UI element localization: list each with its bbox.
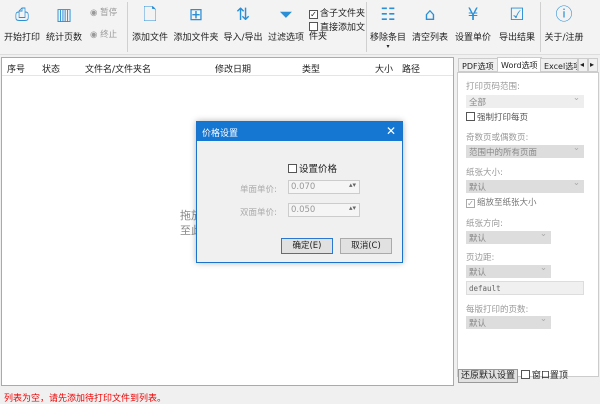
double-price-label: 双面单价:	[240, 208, 277, 218]
window-on-top-checkbox[interactable]: 窗口置顶	[520, 370, 568, 381]
separator	[540, 2, 541, 52]
status-bar: 列表为空，请先添加待打印文件到列表。	[4, 394, 167, 404]
printer-icon: ⎙	[15, 5, 29, 25]
yen-edit-icon: ¥	[467, 5, 479, 25]
add-folder-button[interactable]: ⊞ 添加文件夹	[172, 2, 220, 43]
add-file-button[interactable]: 🗋 添加文件	[130, 2, 170, 43]
options-panel: PDF选项 Word选项 Excel选项 ◂ ▸ 打印页码范围: 全部 强制打印…	[456, 57, 600, 387]
import-export-icon: ⇅	[235, 5, 251, 25]
add-folder-icon: ⊞	[188, 5, 204, 25]
ok-button[interactable]: 确定(E)	[281, 238, 333, 254]
tab-scroll-right[interactable]: ▸	[588, 58, 598, 72]
panel-footer: 还原默认设置 窗口置顶	[458, 368, 568, 383]
include-subfolders-checkbox[interactable]: ✓ 含子文件夹	[309, 6, 365, 19]
filter-icon: ⏷	[279, 5, 293, 25]
spinner-arrows-icon[interactable]: ▴▾	[349, 181, 356, 189]
remove-list-icon: ☷	[380, 5, 396, 25]
single-price-label: 单面单价:	[240, 185, 277, 195]
column-header[interactable]: 类型	[302, 62, 320, 75]
orientation-select[interactable]: 默认	[466, 229, 551, 244]
column-header[interactable]: 修改日期	[215, 62, 251, 75]
bar-chart-icon: ▥	[55, 5, 73, 25]
close-icon[interactable]: ✕	[386, 124, 396, 138]
info-icon: ⓘ	[555, 5, 573, 25]
restore-defaults-button[interactable]: 还原默认设置	[458, 369, 519, 383]
column-header[interactable]: 大小	[375, 62, 393, 75]
separator	[366, 2, 367, 52]
checkbox-checked: ✓	[466, 199, 475, 208]
column-header[interactable]: 序号	[7, 62, 25, 75]
filter-button[interactable]: ⏷ 过滤选项	[266, 2, 306, 43]
word-options: 打印页码范围: 全部 强制打印每页 奇数页或偶数页: 范围中的所有页面 纸张大小…	[457, 72, 599, 377]
dialog-titlebar: 价格设置 ✕	[197, 122, 402, 141]
column-header[interactable]: 状态	[42, 62, 60, 75]
checkbox	[309, 22, 318, 31]
column-header[interactable]: 路径	[402, 62, 420, 75]
odd-even-label: 奇数页或偶数页:	[466, 133, 529, 143]
double-price-spinner[interactable]: 0.050 ▴▾	[288, 203, 360, 217]
export-results-icon: ☑	[509, 5, 525, 25]
separator	[127, 2, 128, 52]
pages-per-sheet-select[interactable]: 默认	[466, 314, 551, 329]
margin-select[interactable]: 默认	[466, 263, 551, 278]
cancel-button[interactable]: 取消(C)	[340, 238, 392, 254]
margin-label: 页边距:	[466, 253, 495, 263]
broom-icon: ⌂	[424, 5, 436, 25]
tab-excel[interactable]: Excel选项	[540, 58, 578, 72]
count-pages-button[interactable]: ▥ 统计页数	[43, 2, 85, 43]
checkbox	[520, 370, 530, 379]
print-range-select[interactable]: 全部	[466, 93, 584, 108]
list-header: 序号 状态 文件名/文件夹名 修改日期 类型 大小 路径	[2, 58, 453, 76]
margin-input[interactable]: default	[466, 281, 584, 295]
checkbox-checked: ✓	[309, 10, 318, 19]
price-settings-dialog: 价格设置 ✕ 设置价格 单面单价: 0.070 ▴▾ 双面单价: 0.050 ▴▾ 确…	[196, 121, 403, 263]
checkbox	[288, 164, 297, 173]
set-price-button[interactable]: ¥ 设置单价	[452, 2, 494, 43]
spinner-arrows-icon[interactable]: ▴▾	[349, 204, 356, 212]
odd-even-select[interactable]: 范围中的所有页面	[466, 143, 584, 158]
print-range-label: 打印页码范围:	[466, 82, 520, 92]
tab-word[interactable]: Word选项	[497, 57, 542, 71]
direct-add-folder-checkbox[interactable]: 直接添加文件夹	[309, 22, 365, 42]
options-tabs: PDF选项 Word选项 Excel选项 ◂ ▸	[456, 57, 600, 72]
export-results-button[interactable]: ☑ 导出结果	[496, 2, 538, 43]
clear-list-button[interactable]: ⌂ 清空列表	[410, 2, 450, 43]
stop-button[interactable]: ◉ 终止	[90, 28, 117, 40]
add-file-icon: 🗋	[143, 5, 157, 25]
tab-pdf[interactable]: PDF选项	[458, 58, 498, 72]
import-export-button[interactable]: ⇅ 导入/导出	[222, 2, 264, 43]
tab-scroll-left[interactable]: ◂	[578, 58, 588, 72]
remove-items-button[interactable]: ☷ 移除条目 ▾	[368, 2, 408, 50]
paper-size-label: 纸张大小:	[466, 168, 503, 178]
set-price-checkbox[interactable]: 设置价格	[288, 161, 337, 175]
pause-button[interactable]: ◉ 暂停	[90, 6, 117, 18]
force-print-each-checkbox[interactable]: 强制打印每页	[466, 111, 528, 123]
paper-size-select[interactable]: 默认	[466, 178, 584, 193]
scale-to-paper-checkbox[interactable]: ✓ 缩放至纸张大小	[466, 196, 537, 208]
toolbar: ⎙ 开始打印 ▥ 统计页数 ◉ 暂停 ◉ 终止 🗋 添加文件 ⊞ 添加文件夹 ⇅ 导入/导…	[0, 0, 600, 55]
checkbox	[466, 112, 475, 121]
single-price-spinner[interactable]: 0.070 ▴▾	[288, 180, 360, 194]
start-print-button[interactable]: ⎙ 开始打印	[3, 2, 41, 43]
orientation-label: 纸张方向:	[466, 219, 503, 229]
column-header[interactable]: 文件名/文件夹名	[85, 62, 151, 75]
about-button[interactable]: ⓘ 关于/注册	[542, 2, 586, 43]
pages-per-sheet-label: 每版打印的页数:	[466, 305, 529, 315]
